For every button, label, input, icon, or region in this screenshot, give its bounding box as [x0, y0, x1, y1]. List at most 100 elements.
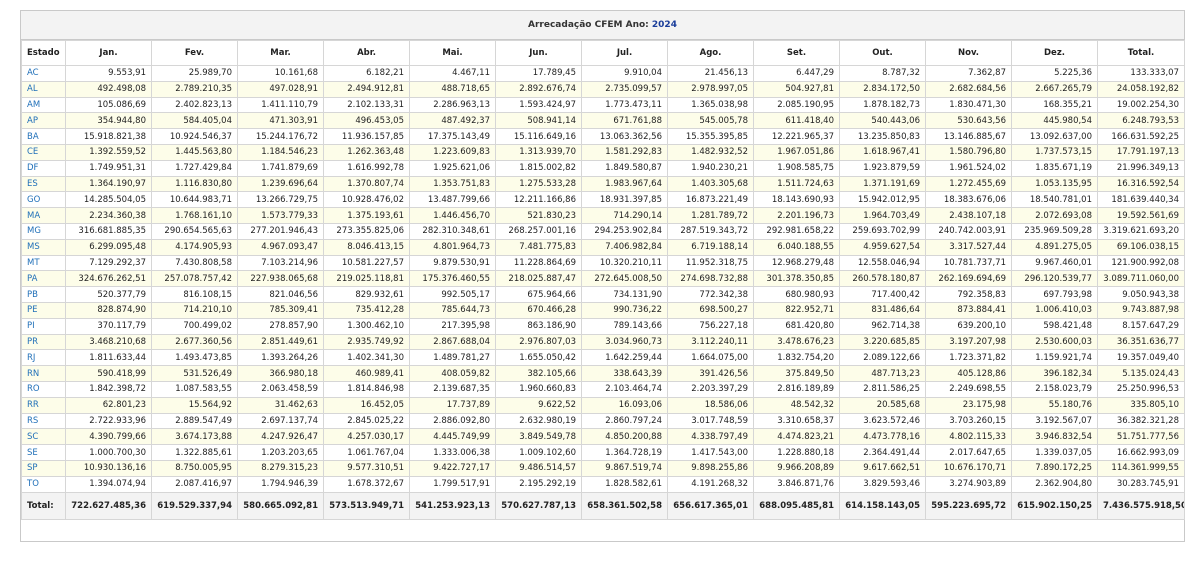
table-cell: 12.221.965,37 — [753, 128, 840, 145]
state-link[interactable]: AP — [21, 112, 66, 130]
table-cell: 30.283.745,91 — [1097, 475, 1185, 493]
table-cell: 168.355,21 — [1011, 96, 1098, 114]
table-cell: 1.371.191,69 — [839, 175, 926, 193]
table-cell: 2.677.360,56 — [151, 333, 238, 351]
table-cell: 2.860.797,24 — [581, 412, 668, 430]
table-cell: 714.210,10 — [151, 301, 238, 319]
state-link[interactable]: PI — [21, 317, 66, 335]
state-link[interactable]: AL — [21, 80, 66, 98]
table-cell: 789.143,66 — [581, 317, 668, 335]
state-link[interactable]: SC — [21, 428, 66, 446]
table-cell: 2.816.189,89 — [753, 380, 840, 398]
column-header: Out. — [839, 40, 926, 66]
column-header: Mai. — [409, 40, 496, 66]
table-cell: 1.923.879,59 — [839, 159, 926, 177]
table-cell: 16.093,06 — [581, 396, 668, 414]
state-link[interactable]: RO — [21, 380, 66, 398]
table-cell: 828.874,90 — [65, 301, 152, 319]
table-cell: 13.487.799,66 — [409, 191, 496, 209]
state-link[interactable]: PR — [21, 333, 66, 351]
state-link[interactable]: MS — [21, 238, 66, 256]
table-cell: 1.799.517,91 — [409, 475, 496, 493]
table-cell: 36.382.321,28 — [1097, 412, 1185, 430]
table-cell: 492.498,08 — [65, 80, 152, 98]
state-link[interactable]: SE — [21, 444, 66, 461]
table-cell: 2.102.133,31 — [323, 96, 410, 114]
total-cell: 688.095.485,81 — [753, 491, 840, 520]
column-header: Jan. — [65, 40, 152, 66]
state-link[interactable]: PE — [21, 301, 66, 319]
table-cell: 19.592.561,69 — [1097, 207, 1185, 224]
table-cell: 3.946.832,54 — [1011, 428, 1098, 446]
table-row: AM 105.086,69 2.402.823,13 1.411.110,79 2.10… — [21, 96, 1185, 114]
state-link[interactable]: RJ — [21, 349, 66, 367]
table-cell: 1.814.846,98 — [323, 380, 410, 398]
table-cell: 21.456,13 — [667, 65, 754, 82]
state-link[interactable]: MA — [21, 207, 66, 224]
table-cell: 2.735.099,57 — [581, 80, 668, 98]
table-cell: 10.320.210,11 — [581, 254, 668, 272]
table-cell: 175.376.460,55 — [409, 270, 496, 288]
table-totals-row: Total: 722.627.485,36 619.529.337,94 580.66… — [21, 491, 1185, 520]
table-cell: 1.618.967,41 — [839, 143, 926, 161]
state-link[interactable]: BA — [21, 128, 66, 145]
table-cell: 1.239.696,64 — [237, 175, 324, 193]
table-cell: 105.086,69 — [65, 96, 152, 114]
total-cell: 595.223.695,72 — [925, 491, 1012, 520]
table-cell: 1.878.182,73 — [839, 96, 926, 114]
state-link[interactable]: GO — [21, 191, 66, 209]
table-cell: 4.850.200,88 — [581, 428, 668, 446]
state-link[interactable]: DF — [21, 159, 66, 177]
table-cell: 4.473.778,16 — [839, 428, 926, 446]
table-cell: 2.978.997,05 — [667, 80, 754, 98]
table-cell: 9.486.514,57 — [495, 459, 582, 477]
column-header: Nov. — [925, 40, 1012, 66]
table-cell: 9.879.530,91 — [409, 254, 496, 272]
table-cell: 292.981.658,22 — [753, 222, 840, 240]
state-link[interactable]: AC — [21, 65, 66, 82]
state-link[interactable]: RS — [21, 412, 66, 430]
total-cell: 7.436.575.918,50 — [1097, 491, 1185, 520]
table-cell: 18.586,06 — [667, 396, 754, 414]
state-link[interactable]: RN — [21, 365, 66, 382]
state-link[interactable]: PB — [21, 286, 66, 303]
total-cell: 615.902.150,25 — [1011, 491, 1098, 520]
state-link[interactable]: MT — [21, 254, 66, 272]
table-cell: 590.418,99 — [65, 365, 152, 382]
table-cell: 274.698.732,88 — [667, 270, 754, 288]
table-cell: 1.642.259,44 — [581, 349, 668, 367]
table-cell: 15.918.821,38 — [65, 128, 152, 145]
table-cell: 1.727.429,84 — [151, 159, 238, 177]
table-cell: 2.085.190,95 — [753, 96, 840, 114]
table-cell: 504.927,81 — [753, 80, 840, 98]
table-cell: 2.845.025,22 — [323, 412, 410, 430]
table-cell: 282.310.348,61 — [409, 222, 496, 240]
state-link[interactable]: CE — [21, 143, 66, 161]
table-cell: 3.310.658,37 — [753, 412, 840, 430]
state-link[interactable]: PA — [21, 270, 66, 288]
total-cell: 573.513.949,71 — [323, 491, 410, 520]
state-link[interactable]: ES — [21, 175, 66, 193]
table-cell: 259.693.702,99 — [839, 222, 926, 240]
table-cell: 611.418,40 — [753, 112, 840, 130]
table-cell: 1.830.471,30 — [925, 96, 1012, 114]
table-row: PA 324.676.262,51 257.078.757,42 227.938.06… — [21, 270, 1185, 288]
table-cell: 2.072.693,08 — [1011, 207, 1098, 224]
table-cell: 1.370.807,74 — [323, 175, 410, 193]
table-cell: 1.573.779,33 — [237, 207, 324, 224]
table-cell: 4.967.093,47 — [237, 238, 324, 256]
state-link[interactable]: TO — [21, 475, 66, 493]
table-cell: 1.811.633,44 — [65, 349, 152, 367]
total-cell: 658.361.502,58 — [581, 491, 668, 520]
state-link[interactable]: AM — [21, 96, 66, 114]
table-cell: 69.106.038,15 — [1097, 238, 1185, 256]
table-cell: 7.481.775,83 — [495, 238, 582, 256]
table-cell: 2.203.397,29 — [667, 380, 754, 398]
report-title-label: Arrecadação CFEM Ano: — [528, 20, 649, 30]
table-cell: 1.228.880,18 — [753, 444, 840, 461]
state-link[interactable]: MG — [21, 222, 66, 240]
state-link[interactable]: RR — [21, 396, 66, 414]
table-cell: 530.643,56 — [925, 112, 1012, 130]
column-header: Jun. — [495, 40, 582, 66]
state-link[interactable]: SP — [21, 459, 66, 477]
